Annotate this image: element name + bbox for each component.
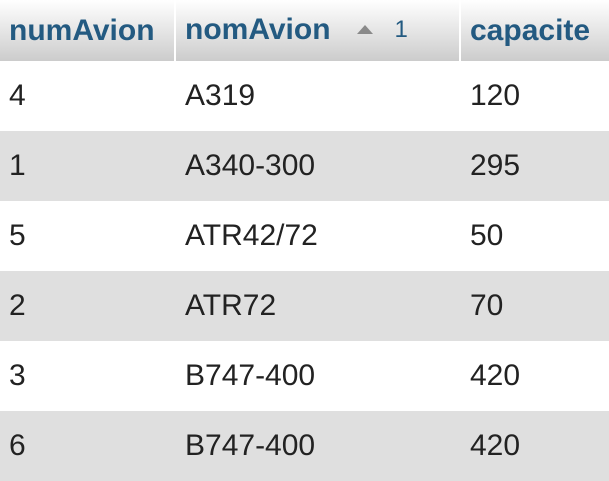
cell-capacite: 50	[470, 219, 504, 252]
column-header-numavion[interactable]: numAvion	[0, 0, 176, 61]
cell-numavion: 6	[0, 411, 176, 481]
cell-nomavion: ATR42/72	[185, 219, 318, 252]
header-row: numAvion nomAvion 1 capacite	[0, 0, 609, 61]
results-table: numAvion nomAvion 1 capacite 4 A319 120 1…	[0, 0, 609, 481]
cell-capacite: 420	[470, 359, 521, 392]
cell-numavion: 3	[9, 359, 26, 392]
cell-capacite: 70	[460, 271, 609, 341]
table-row[interactable]: 5 ATR42/72 50	[0, 201, 609, 271]
column-header-nomavion-link[interactable]: nomAvion	[185, 13, 331, 46]
cell-nomavion: B747-400	[185, 359, 316, 392]
table-row[interactable]: 1 A340-300 295	[0, 131, 609, 201]
column-header-capacite-link[interactable]: capacite	[470, 14, 590, 47]
table-row[interactable]: 3 B747-400 420	[0, 341, 609, 411]
cell-numavion: 1	[0, 131, 176, 201]
cell-nomavion: ATR72	[175, 271, 461, 341]
cell-capacite: 420	[460, 411, 609, 481]
sort-ascending-icon[interactable]	[356, 24, 373, 34]
table-body: 4 A319 120 1 A340-300 295 5 ATR42/72 50 …	[0, 61, 609, 481]
cell-numavion: 2	[0, 271, 176, 341]
sort-indicator[interactable]: 1	[356, 12, 408, 46]
cell-numavion: 5	[9, 219, 26, 252]
column-header-capacite[interactable]: capacite	[460, 0, 609, 61]
cell-capacite: 295	[460, 131, 609, 201]
sort-order-number: 1	[394, 16, 408, 44]
cell-nomavion: A340-300	[175, 131, 461, 201]
table-row[interactable]: 2 ATR72 70	[0, 271, 609, 341]
cell-nomavion: B747-400	[175, 411, 461, 481]
cell-capacite: 120	[470, 79, 521, 112]
table-row[interactable]: 6 B747-400 420	[0, 411, 609, 481]
cell-numavion: 4	[9, 79, 26, 112]
table-header: numAvion nomAvion 1 capacite	[0, 0, 609, 61]
table-row[interactable]: 4 A319 120	[0, 61, 609, 131]
column-header-nomavion[interactable]: nomAvion 1	[175, 0, 461, 61]
column-header-numavion-link[interactable]: numAvion	[9, 14, 155, 47]
cell-nomavion: A319	[185, 79, 256, 112]
